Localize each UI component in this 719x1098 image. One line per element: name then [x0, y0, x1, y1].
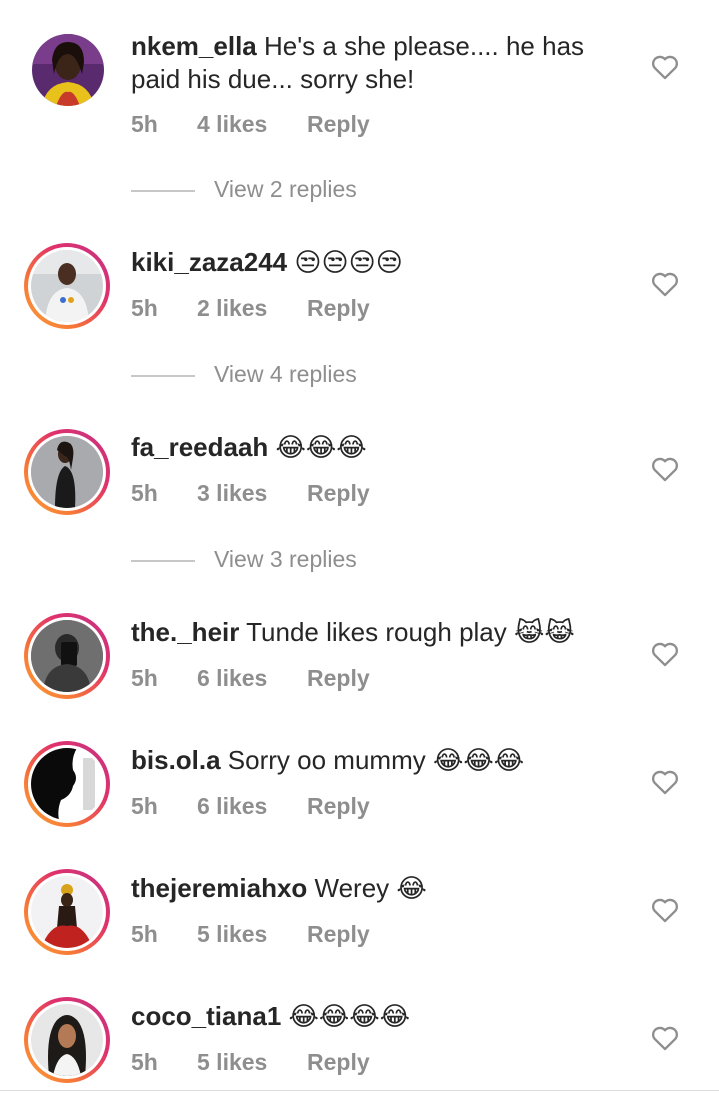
- replies-divider: [131, 375, 195, 377]
- comment-text: bis.ol.a Sorry oo mummy 😂😂😂: [131, 744, 631, 778]
- heart-outline-icon[interactable]: [651, 641, 679, 667]
- comment-likes[interactable]: 6 likes: [197, 793, 267, 820]
- avatar[interactable]: [24, 613, 110, 699]
- reply-button[interactable]: Reply: [307, 480, 370, 507]
- avatar[interactable]: [32, 34, 104, 106]
- comment-username[interactable]: coco_tiana1: [131, 1001, 281, 1031]
- comment-body: Sorry oo mummy: [220, 745, 433, 775]
- comment-username[interactable]: bis.ol.a: [131, 745, 221, 775]
- comment-likes[interactable]: 4 likes: [197, 111, 267, 138]
- comment-emoji: 😂: [396, 874, 427, 904]
- comment-time: 5h: [131, 295, 158, 321]
- comment-username[interactable]: fa_reedaah: [131, 432, 268, 462]
- avatar-photo: [31, 436, 103, 508]
- avatar-photo: [31, 250, 103, 322]
- avatar-photo: [31, 876, 103, 948]
- comment-likes[interactable]: 3 likes: [197, 480, 267, 507]
- avatar[interactable]: [24, 997, 110, 1083]
- avatar[interactable]: [24, 741, 110, 827]
- heart-outline-icon[interactable]: [651, 1025, 679, 1051]
- comment-emoji: 😂😂😂: [432, 746, 525, 776]
- comment-time: 5h: [131, 921, 158, 947]
- avatar-photo: [31, 748, 103, 820]
- reply-button[interactable]: Reply: [307, 793, 370, 820]
- comment-username[interactable]: nkem_ella: [131, 31, 257, 61]
- view-replies-label[interactable]: View 2 replies: [214, 176, 357, 203]
- comment-emoji: 😂😂😂😂: [288, 1002, 411, 1032]
- replies-divider: [131, 190, 195, 192]
- replies-divider: [131, 560, 195, 562]
- comment-username[interactable]: the._heir: [131, 617, 239, 647]
- heart-outline-icon[interactable]: [651, 271, 679, 297]
- reply-button[interactable]: Reply: [307, 665, 370, 692]
- view-replies-label[interactable]: View 3 replies: [214, 546, 357, 573]
- avatar-photo: [32, 34, 104, 106]
- comment-time: 5h: [131, 793, 158, 819]
- comment-username[interactable]: kiki_zaza244: [131, 247, 287, 277]
- heart-outline-icon[interactable]: [651, 769, 679, 795]
- comment-time: 5h: [131, 665, 158, 691]
- comment-body: Werey: [307, 873, 397, 903]
- comment-likes[interactable]: 2 likes: [197, 295, 267, 322]
- reply-button[interactable]: Reply: [307, 921, 370, 948]
- comment-text: coco_tiana1 😂😂😂😂: [131, 1000, 631, 1034]
- avatar[interactable]: [24, 869, 110, 955]
- heart-outline-icon[interactable]: [651, 456, 679, 482]
- comment-body: He's a she please.... he has: [256, 31, 585, 61]
- comment-emoji: 😒😒😒😒: [294, 248, 403, 278]
- comment-body: [268, 432, 275, 462]
- comment-text: thejeremiahxo Werey 😂: [131, 872, 631, 906]
- comment-likes[interactable]: 5 likes: [197, 1049, 267, 1076]
- comment-body-line2: paid his due... sorry she!: [131, 64, 415, 94]
- comment-body: Tunde likes rough play: [239, 617, 514, 647]
- comment-emoji: 😂😂😂: [275, 433, 367, 463]
- comment-time: 5h: [131, 480, 158, 506]
- comment-time: 5h: [131, 111, 158, 137]
- avatar-photo: [31, 620, 103, 692]
- comment-likes[interactable]: 6 likes: [197, 665, 267, 692]
- comment-username[interactable]: thejeremiahxo: [131, 873, 307, 903]
- comment-text: the._heir Tunde likes rough play 😹😹: [131, 616, 631, 650]
- reply-button[interactable]: Reply: [307, 111, 370, 138]
- reply-button[interactable]: Reply: [307, 295, 370, 322]
- comment-likes[interactable]: 5 likes: [197, 921, 267, 948]
- avatar[interactable]: [24, 243, 110, 329]
- view-replies-label[interactable]: View 4 replies: [214, 361, 357, 388]
- heart-outline-icon[interactable]: [651, 54, 679, 80]
- comment-body: [281, 1001, 288, 1031]
- avatar-photo: [31, 1004, 103, 1076]
- comment-text: kiki_zaza244 😒😒😒😒: [131, 246, 631, 280]
- comment-time: 5h: [131, 1049, 158, 1075]
- heart-outline-icon[interactable]: [651, 897, 679, 923]
- comment-emoji: 😹😹: [514, 618, 575, 648]
- comment-text: fa_reedaah 😂😂😂: [131, 431, 631, 465]
- reply-button[interactable]: Reply: [307, 1049, 370, 1076]
- avatar[interactable]: [24, 429, 110, 515]
- comment-text: nkem_ella He's a she please.... he has p…: [131, 30, 631, 96]
- bottom-divider: [0, 1090, 719, 1091]
